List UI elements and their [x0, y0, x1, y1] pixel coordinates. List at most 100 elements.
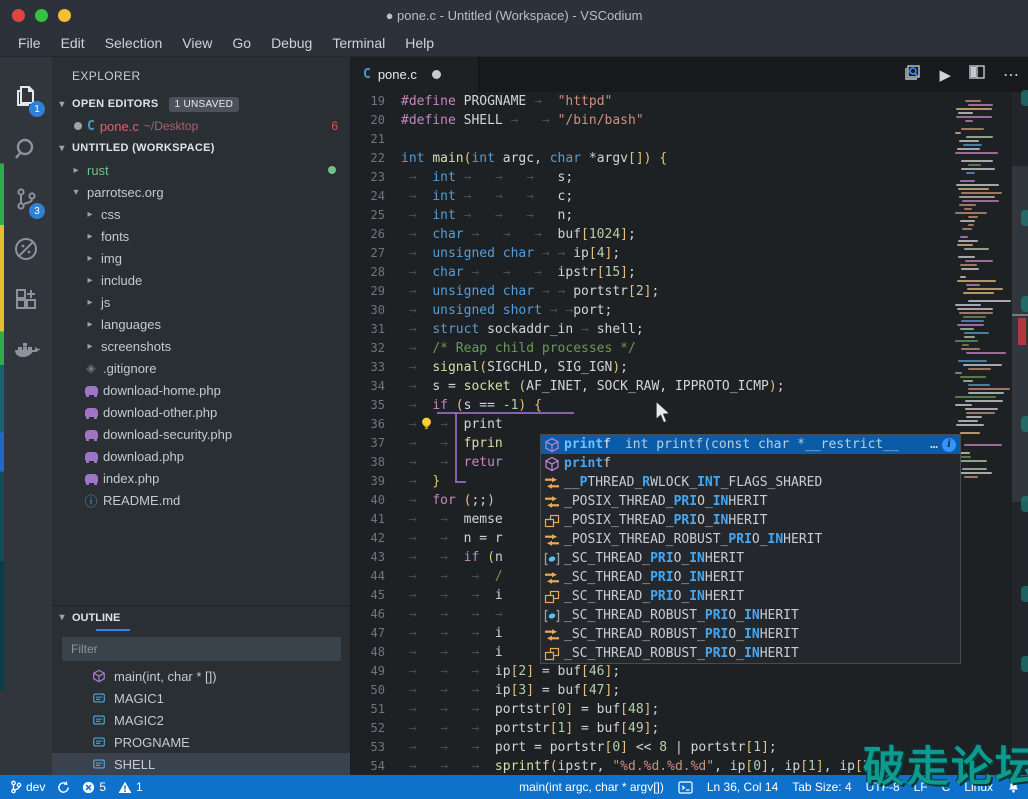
extensions-icon[interactable] [0, 279, 52, 323]
tree-item-rust[interactable]: ▸ rust [52, 159, 350, 181]
code-line-49[interactable]: 49 → → → ip[2] = buf[46]; [351, 662, 1028, 681]
docker-icon[interactable] [0, 329, 52, 373]
menu-edit[interactable]: Edit [51, 32, 95, 54]
code-line-51[interactable]: 51 → → → portstr[0] = buf[48]; [351, 700, 1028, 719]
workspace-header[interactable]: ▾ UNTITLED (WORKSPACE) [52, 137, 350, 159]
suggestion-item-9[interactable]: _SC_THREAD_ROBUST_PRIO_INHERIT [541, 606, 960, 625]
current-symbol[interactable]: main(int argc, char * argv[]) [519, 780, 664, 794]
code-line-32[interactable]: 32 → /* Reap child processes */ [351, 339, 1028, 358]
line-number: 32 [370, 341, 385, 355]
info-icon[interactable]: i [942, 437, 956, 452]
run-code-icon[interactable]: ▶ [939, 66, 951, 84]
search-icon[interactable] [0, 127, 52, 171]
menu-debug[interactable]: Debug [261, 32, 322, 54]
outline-item-main-int-char-[interactable]: main(int, char * []) [52, 665, 350, 687]
minimap[interactable] [955, 92, 1011, 492]
sync-item[interactable] [57, 780, 70, 794]
code-line-27[interactable]: 27 → unsigned char → → ip[4]; [351, 244, 1028, 263]
code-line-20[interactable]: 20 #define SHELL → → "/bin/bash" [351, 111, 1028, 130]
open-preview-icon[interactable] [904, 64, 921, 86]
explorer-icon[interactable]: 1 [0, 75, 52, 119]
open-editors-header[interactable]: ▾ OPEN EDITORS 1 UNSAVED [52, 93, 350, 115]
code-line-22[interactable]: 22 int main(int argc, char *argv[]) { [351, 149, 1028, 168]
outline-item-magic1[interactable]: MAGIC1 [52, 687, 350, 709]
tab-ponec[interactable]: C pone.c [351, 57, 479, 92]
suggestion-item-2[interactable]: __PTHREAD_RWLOCK_INT_FLAGS_SHARED [541, 473, 960, 492]
tree-item--gitignore[interactable]: ◈ .gitignore [52, 357, 350, 379]
code-line-26[interactable]: 26 → char → → → buf[1024]; [351, 225, 1028, 244]
code-line-30[interactable]: 30 → unsigned short → →port; [351, 301, 1028, 320]
menu-file[interactable]: File [8, 32, 51, 54]
code-line-34[interactable]: 34 → s = socket (AF_INET, SOCK_RAW, IPPR… [351, 377, 1028, 396]
terminal-icon[interactable] [678, 780, 693, 794]
code-editor[interactable]: 19 #define PROGNAME → "httpd" 20 #define SH… [351, 92, 1028, 775]
tab-size[interactable]: Tab Size: 4 [792, 780, 851, 794]
tree-item-include[interactable]: ▸ include [52, 269, 350, 291]
suggestion-item-5[interactable]: _POSIX_THREAD_ROBUST_PRIO_INHERIT [541, 530, 960, 549]
debug-icon[interactable] [0, 227, 52, 271]
menu-view[interactable]: View [172, 32, 222, 54]
menu-help[interactable]: Help [395, 32, 444, 54]
menu-terminal[interactable]: Terminal [322, 32, 395, 54]
line-number: 21 [370, 132, 385, 146]
suggestion-item-7[interactable]: _SC_THREAD_PRIO_INHERIT [541, 568, 960, 587]
status-left: dev 5 1 [0, 780, 143, 794]
tree-item-download-home-php[interactable]: download-home.php [52, 379, 350, 401]
code-line-24[interactable]: 24 → int → → → c; [351, 187, 1028, 206]
minimap-line [965, 400, 1003, 402]
editor-scrollbar[interactable] [1012, 92, 1028, 775]
warnings-item[interactable]: 1 [118, 780, 143, 794]
tree-item-img[interactable]: ▸ img [52, 247, 350, 269]
minimize-window-button[interactable] [58, 8, 71, 22]
tree-item-js[interactable]: ▸ js [52, 291, 350, 313]
menu-go[interactable]: Go [222, 32, 261, 54]
open-editor-item-ponec[interactable]: C pone.c ~/Desktop 6 [52, 115, 350, 137]
code-line-25[interactable]: 25 → int → → → n; [351, 206, 1028, 225]
cursor-position[interactable]: Ln 36, Col 14 [707, 780, 778, 794]
suggestion-item-10[interactable]: _SC_THREAD_ROBUST_PRIO_INHERIT [541, 625, 960, 644]
suggestion-item-6[interactable]: _SC_THREAD_PRIO_INHERIT [541, 549, 960, 568]
outline-filter-input[interactable] [62, 637, 341, 661]
menu-selection[interactable]: Selection [95, 32, 173, 54]
dirty-indicator-icon[interactable] [74, 122, 82, 130]
outline-header[interactable]: ▾ OUTLINE [52, 605, 350, 629]
tree-item-languages[interactable]: ▸ languages [52, 313, 350, 335]
tree-item-index-php[interactable]: index.php [52, 467, 350, 489]
outline-item-shell[interactable]: SHELL [52, 753, 350, 775]
git-branch-item[interactable]: dev [10, 780, 45, 794]
lightbulb-icon[interactable] [419, 416, 434, 436]
code-line-29[interactable]: 29 → unsigned char → → portstr[2]; [351, 282, 1028, 301]
code-line-36[interactable]: 36 → → print [351, 415, 1028, 434]
close-window-button[interactable] [12, 8, 25, 22]
code-line-28[interactable]: 28 → char → → → ipstr[15]; [351, 263, 1028, 282]
tree-item-fonts[interactable]: ▸ fonts [52, 225, 350, 247]
tree-item-download-php[interactable]: download.php [52, 445, 350, 467]
outline-item-progname[interactable]: PROGNAME [52, 731, 350, 753]
tab-dirty-indicator[interactable] [431, 70, 441, 79]
tree-item-label: download.php [103, 448, 184, 464]
maximize-window-button[interactable] [35, 8, 48, 22]
more-actions-icon[interactable]: ⋯ [1003, 65, 1020, 85]
suggestion-item-11[interactable]: _SC_THREAD_ROBUST_PRIO_INHERIT [541, 644, 960, 663]
source-control-icon[interactable]: 3 [0, 177, 52, 221]
outline-item-magic2[interactable]: MAGIC2 [52, 709, 350, 731]
tree-item-css[interactable]: ▸ css [52, 203, 350, 225]
tree-item-download-other-php[interactable]: download-other.php [52, 401, 350, 423]
suggestion-item-4[interactable]: _POSIX_THREAD_PRIO_INHERIT [541, 511, 960, 530]
split-editor-icon[interactable] [969, 64, 985, 85]
code-line-23[interactable]: 23 → int → → → s; [351, 168, 1028, 187]
suggestion-item-0[interactable]: printf int printf(const char *__restrict_… [541, 435, 960, 454]
tree-item-download-security-php[interactable]: download-security.php [52, 423, 350, 445]
code-line-19[interactable]: 19 #define PROGNAME → "httpd" [351, 92, 1028, 111]
suggestion-item-8[interactable]: _SC_THREAD_PRIO_INHERIT [541, 587, 960, 606]
code-line-50[interactable]: 50 → → → ip[3] = buf[47]; [351, 681, 1028, 700]
suggestion-item-3[interactable]: _POSIX_THREAD_PRIO_INHERIT [541, 492, 960, 511]
code-line-21[interactable]: 21 [351, 130, 1028, 149]
errors-item[interactable]: 5 [82, 780, 106, 794]
code-line-33[interactable]: 33 → signal(SIGCHLD, SIG_IGN); [351, 358, 1028, 377]
tree-item-readme-md[interactable]: ⓘ README.md [52, 489, 350, 511]
code-line-31[interactable]: 31 → struct sockaddr_in → shell; [351, 320, 1028, 339]
tree-item-parrotsec-org[interactable]: ▾ parrotsec.org [52, 181, 350, 203]
tree-item-screenshots[interactable]: ▸ screenshots [52, 335, 350, 357]
suggestion-item-1[interactable]: printf [541, 454, 960, 473]
